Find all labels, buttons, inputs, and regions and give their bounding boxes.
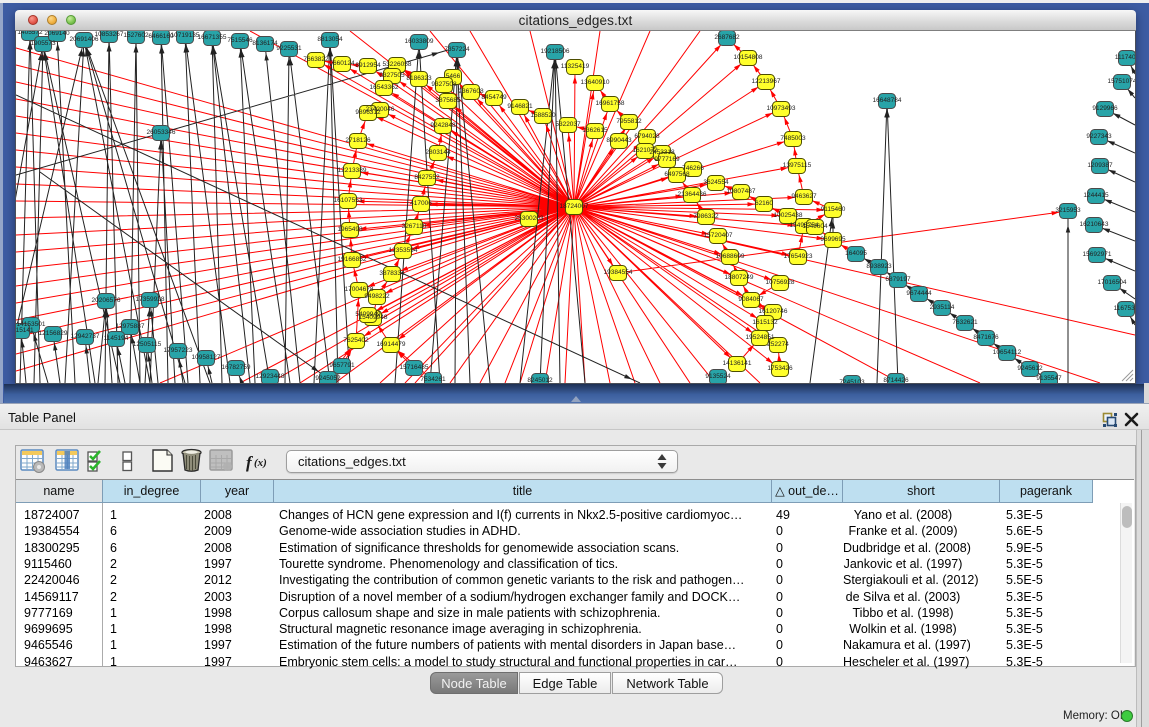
svg-text:19524851: 19524851 bbox=[746, 334, 775, 341]
svg-text:9135524: 9135524 bbox=[705, 373, 731, 380]
svg-text:6879197: 6879197 bbox=[885, 276, 911, 283]
svg-text:1615132: 1615132 bbox=[752, 319, 778, 326]
svg-text:3215953: 3215953 bbox=[1055, 207, 1081, 214]
svg-text:9129966: 9129966 bbox=[1092, 105, 1118, 112]
svg-text:9084067: 9084067 bbox=[738, 296, 764, 303]
svg-text:7632621: 7632621 bbox=[952, 319, 978, 326]
svg-text:9135547: 9135547 bbox=[1036, 375, 1062, 382]
svg-text:1753426: 1753426 bbox=[767, 365, 793, 372]
svg-text:10688609: 10688609 bbox=[716, 253, 745, 260]
svg-text:10654112: 10654112 bbox=[993, 349, 1022, 356]
svg-text:8714426: 8714426 bbox=[883, 377, 909, 383]
svg-text:164095: 164095 bbox=[845, 250, 867, 257]
svg-text:16648784: 16648784 bbox=[873, 97, 902, 104]
svg-text:1549604: 1549604 bbox=[802, 223, 828, 230]
svg-text:10154808: 10154808 bbox=[734, 54, 763, 61]
svg-text:16210643: 16210643 bbox=[1080, 221, 1109, 228]
svg-text:12213967: 12213967 bbox=[752, 78, 781, 85]
svg-text:17016504: 17016504 bbox=[1098, 279, 1127, 286]
svg-text:9463627: 9463627 bbox=[791, 193, 817, 200]
svg-text:10807487: 10807487 bbox=[727, 188, 756, 195]
svg-text:1167534: 1167534 bbox=[1114, 305, 1135, 312]
svg-text:13975115: 13975115 bbox=[783, 162, 812, 169]
svg-text:f: f bbox=[246, 453, 254, 472]
svg-text:9674444: 9674444 bbox=[906, 290, 932, 297]
svg-text:15751074: 15751074 bbox=[1108, 78, 1135, 85]
svg-text:17654923: 17654923 bbox=[784, 253, 813, 260]
svg-text:9245612: 9245612 bbox=[1017, 365, 1043, 372]
svg-text:18807249: 18807249 bbox=[725, 274, 754, 281]
svg-text:15692971: 15692971 bbox=[1083, 251, 1112, 258]
svg-text:2687682: 2687682 bbox=[714, 34, 740, 41]
svg-text:9699695: 9699695 bbox=[820, 236, 846, 243]
svg-text:252274: 252274 bbox=[767, 341, 789, 348]
svg-text:7485003: 7485003 bbox=[780, 135, 806, 142]
svg-text:62160: 62160 bbox=[755, 200, 773, 207]
svg-text:7245103: 7245103 bbox=[839, 379, 865, 383]
svg-text:1117404: 1117404 bbox=[1115, 54, 1135, 61]
svg-text:1244415: 1244415 bbox=[1083, 192, 1109, 199]
svg-text:14136141: 14136141 bbox=[723, 360, 752, 367]
svg-text:3624554: 3624554 bbox=[703, 179, 729, 186]
svg-text:9115460: 9115460 bbox=[821, 206, 846, 213]
svg-text:1209387: 1209387 bbox=[1087, 162, 1113, 169]
svg-text:10756928: 10756928 bbox=[766, 279, 795, 286]
svg-text:2935114: 2935114 bbox=[930, 304, 955, 311]
svg-text:(x): (x) bbox=[254, 457, 267, 469]
svg-text:10025438: 10025438 bbox=[774, 212, 803, 219]
svg-text:8938923: 8938923 bbox=[866, 263, 892, 270]
svg-text:9227343: 9227343 bbox=[1086, 133, 1112, 140]
svg-text:15720407: 15720407 bbox=[704, 232, 733, 239]
svg-text:10973493: 10973493 bbox=[767, 105, 796, 112]
svg-text:16120746: 16120746 bbox=[759, 308, 788, 315]
svg-text:8471676: 8471676 bbox=[973, 334, 999, 341]
